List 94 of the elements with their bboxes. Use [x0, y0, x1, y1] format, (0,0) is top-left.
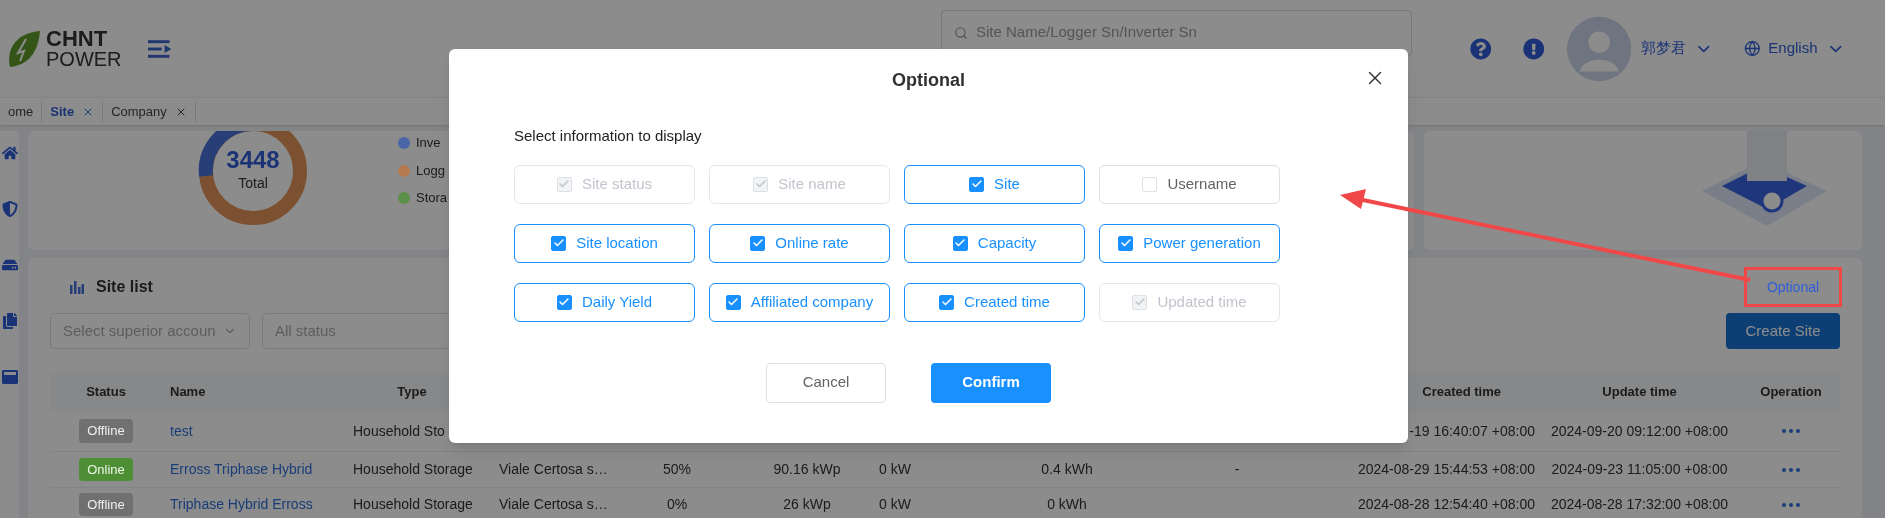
column-header: Type: [397, 383, 427, 402]
table-cell-text: 2024-08-28 17:32:00 +08:00: [1550, 495, 1729, 514]
status-badge: Offline: [79, 419, 133, 443]
bar-chart-icon: [70, 280, 84, 294]
column-header: Name: [170, 383, 206, 402]
status-badge: Offline: [79, 492, 133, 517]
status-badge: Online: [79, 457, 133, 482]
column-header: Status: [86, 383, 126, 402]
create-site-button[interactable]: Create Site: [1726, 313, 1840, 349]
total-count: 3448: [226, 147, 280, 173]
check-icon: [751, 237, 764, 249]
pages-icon[interactable]: [1, 313, 18, 329]
table-cell-text: 0 kWh: [1047, 495, 1087, 514]
table-cell-text: Household Storage: [353, 460, 473, 479]
table-cell-text: 0%: [666, 495, 688, 514]
table-cell-text: 2024-09-23 11:05:00 +08:00: [1551, 460, 1728, 479]
checkbox[interactable]: [969, 176, 985, 192]
section-title: Site list: [96, 277, 153, 297]
checkbox[interactable]: [939, 294, 955, 310]
table-cell-text: 0.4 kWh: [1041, 460, 1093, 479]
globe-icon[interactable]: [1743, 40, 1761, 57]
table-cell-text: Household Storage: [353, 495, 473, 514]
site-name-link[interactable]: Erross Triphase Hybrid: [170, 459, 313, 480]
search-icon: [954, 25, 968, 40]
table-cell-text: 0 kW: [879, 460, 911, 479]
dialog-prompt: Select information to display: [514, 126, 702, 146]
home-icon[interactable]: [1, 145, 18, 161]
more-icon[interactable]: [1782, 467, 1800, 472]
table-cell-text: 2024-08-29 15:44:53 +08:00: [1357, 460, 1535, 479]
window-icon[interactable]: [1, 369, 18, 385]
option-checkbox[interactable]: Site: [904, 164, 1085, 204]
table-cell-text: -: [1234, 460, 1240, 479]
page-tab[interactable]: Site: [42, 101, 104, 122]
checkbox[interactable]: [750, 235, 766, 251]
table-cell-text: 50%: [663, 460, 691, 479]
shield-icon[interactable]: [1, 201, 18, 217]
table-cell-text: 0 kW: [879, 495, 911, 514]
option-checkbox[interactable]: Online rate: [709, 223, 890, 263]
check-icon: [552, 237, 565, 249]
check-icon: [1133, 296, 1146, 308]
check-icon: [558, 178, 571, 190]
device-icon[interactable]: [1, 257, 18, 273]
check-icon: [727, 296, 740, 308]
confirm-button[interactable]: Confirm: [931, 362, 1051, 403]
menu-icon[interactable]: [147, 38, 171, 59]
more-icon[interactable]: [1782, 502, 1800, 507]
check-icon: [940, 296, 953, 308]
page-tab[interactable]: ome: [0, 101, 43, 122]
leaf-logo-icon: [6, 28, 42, 69]
option-checkbox[interactable]: Capacity: [904, 223, 1085, 263]
logo-text: POWER: [46, 48, 122, 69]
option-checkbox[interactable]: Username: [1099, 164, 1280, 204]
page-tab[interactable]: Company: [103, 101, 196, 122]
table-cell-text: 2024-08-28 12:54:40 +08:00: [1357, 495, 1535, 514]
table-cell-text: 90.16 kWp: [773, 460, 841, 479]
column-header: Created time: [1422, 383, 1501, 402]
user-name[interactable]: 郭梦君: [1641, 37, 1687, 60]
check-icon: [970, 178, 983, 190]
table-cell-text: 2024-09-20 09:12:00 +08:00: [1550, 421, 1729, 441]
check-icon: [754, 178, 767, 190]
option-checkbox[interactable]: Created time: [904, 282, 1085, 322]
checkbox[interactable]: [952, 235, 968, 251]
check-icon: [954, 237, 967, 249]
alert-icon[interactable]: [1523, 37, 1545, 60]
legend-label: Logg: [416, 161, 445, 180]
site-name-link[interactable]: test: [170, 420, 193, 442]
dialog-title: Optional: [892, 68, 965, 92]
help-icon[interactable]: [1469, 37, 1492, 60]
column-header: Operation: [1760, 383, 1822, 402]
option-checkbox[interactable]: Affiliated company: [709, 282, 890, 322]
table-cell-text: Viale Certosa s…: [499, 460, 608, 479]
checkbox[interactable]: [1118, 235, 1134, 251]
checkbox[interactable]: [556, 294, 572, 310]
table-cell-text: Household Sto: [353, 421, 445, 441]
option-checkbox[interactable]: Power generation: [1099, 223, 1280, 263]
legend-label: Inve: [416, 134, 441, 153]
option-checkbox[interactable]: Daily Yield: [514, 282, 695, 322]
site-name-link[interactable]: Triphase Hybrid Erross: [170, 494, 313, 515]
check-icon: [1119, 237, 1132, 249]
total-label: Total: [238, 174, 268, 193]
column-header: Update time: [1602, 383, 1677, 402]
table-cell-text: 26 kWp: [783, 495, 831, 514]
option-checkbox[interactable]: Site location: [514, 223, 695, 263]
checkbox[interactable]: [551, 235, 567, 251]
checkbox[interactable]: [725, 294, 741, 310]
logo-text: CHNT: [46, 28, 109, 49]
table-cell-text: Viale Certosa s…: [499, 495, 608, 514]
table-cell-text: -19 16:40:07 +08:00: [1409, 421, 1535, 441]
cancel-button[interactable]: Cancel: [766, 362, 886, 403]
more-icon[interactable]: [1782, 429, 1800, 433]
language-selector[interactable]: English: [1768, 37, 1818, 60]
legend-label: Stora: [416, 189, 448, 208]
optional-link[interactable]: Optional: [1766, 276, 1820, 298]
check-icon: [558, 296, 571, 308]
